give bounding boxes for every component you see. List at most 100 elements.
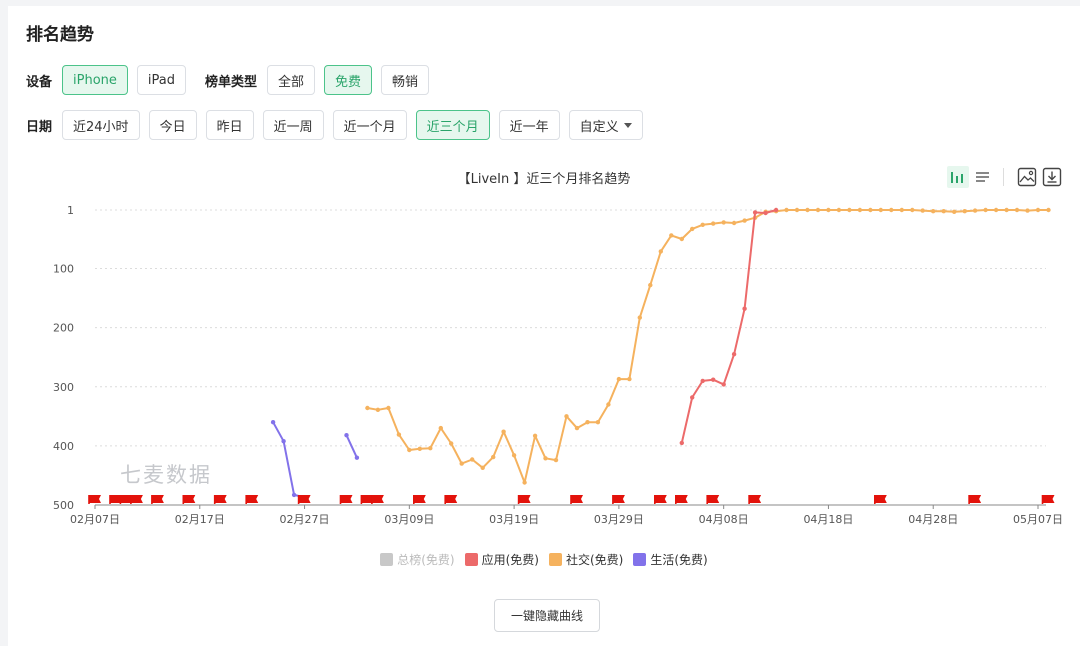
data-point <box>794 207 800 213</box>
legend-item-life-free[interactable]: 生活(免费) <box>633 551 708 568</box>
y-tick-label: 300 <box>53 381 74 394</box>
event-flag-icon <box>151 495 164 504</box>
event-flag-icon <box>88 495 101 504</box>
data-point <box>574 425 580 431</box>
data-point <box>1046 207 1051 213</box>
event-flag-icon <box>706 495 720 504</box>
data-point <box>752 210 758 215</box>
x-tick-label: 04月08日 <box>699 513 749 526</box>
data-point <box>700 222 705 227</box>
data-point <box>648 282 653 288</box>
event-flag-icon <box>517 495 531 504</box>
data-point <box>365 405 370 411</box>
data-point <box>585 420 590 425</box>
data-point <box>763 210 768 216</box>
rank-trend-card: 排名趋势 设备 iPhone iPad 榜单类型 全部 免费 畅销 日期 近24… <box>8 6 1080 646</box>
event-flag-icon <box>245 495 259 504</box>
data-point <box>470 457 475 462</box>
legend-item-social-free[interactable]: 社交(免费) <box>549 551 623 568</box>
data-point <box>847 207 852 213</box>
data-point <box>459 461 464 466</box>
data-point <box>522 480 527 485</box>
data-point <box>344 433 349 438</box>
y-tick-label: 200 <box>53 322 74 335</box>
data-point <box>543 456 548 461</box>
data-point <box>637 315 642 320</box>
y-tick-label: 1 <box>67 204 74 217</box>
data-point <box>711 377 716 382</box>
hide-all-curves-button[interactable]: 一键隐藏曲线 <box>494 599 600 632</box>
data-point <box>449 441 454 446</box>
event-flag-icon <box>873 495 887 504</box>
data-point <box>920 208 925 213</box>
data-point <box>690 226 695 232</box>
x-tick-label: 02月07日 <box>70 513 120 526</box>
data-point <box>270 420 276 425</box>
legend-swatch-social <box>549 553 562 566</box>
data-point <box>742 306 747 311</box>
data-point <box>721 382 726 387</box>
data-point <box>700 378 705 384</box>
data-point <box>1014 207 1020 213</box>
data-point <box>836 207 842 213</box>
data-point <box>396 432 402 437</box>
data-point <box>627 376 632 382</box>
legend-item-total-free[interactable]: 总榜(免费) <box>380 551 455 568</box>
legend-item-app-free[interactable]: 应用(免费) <box>464 551 539 568</box>
event-flag-icon <box>339 495 353 504</box>
data-point <box>784 207 789 213</box>
data-point <box>731 352 737 357</box>
data-point <box>857 207 863 213</box>
data-point <box>711 221 716 226</box>
legend-label-app: 应用(免费) <box>481 553 539 567</box>
data-point <box>291 492 297 498</box>
data-point <box>889 207 894 213</box>
event-flag-icon <box>612 495 625 504</box>
x-tick-label: 02月27日 <box>280 513 330 526</box>
data-point <box>616 376 622 382</box>
y-tick-label: 400 <box>53 440 74 453</box>
data-point <box>375 407 381 412</box>
data-point <box>501 429 506 434</box>
event-flag-icon <box>570 495 583 504</box>
data-point <box>962 209 967 214</box>
data-point <box>983 207 988 213</box>
legend-swatch-app <box>464 553 478 566</box>
data-point <box>731 220 737 226</box>
event-flag-icon <box>130 495 143 504</box>
data-point <box>952 209 957 214</box>
x-tick-label: 04月18日 <box>803 513 853 526</box>
data-point <box>899 207 904 213</box>
watermark: 七麦数据 <box>120 463 212 487</box>
event-flag-icon <box>444 495 458 504</box>
event-flag-icon <box>968 495 982 504</box>
data-point <box>690 395 695 400</box>
data-point <box>606 402 611 407</box>
event-flag-icon <box>674 495 688 504</box>
event-flag-icon <box>1041 495 1055 504</box>
chart-legend: 总榜(免费) 应用(免费) 社交(免费) 生活(免费) <box>8 551 1080 568</box>
data-point <box>721 220 726 225</box>
data-point <box>826 207 831 213</box>
y-tick-label: 100 <box>53 263 74 276</box>
data-point <box>679 440 684 446</box>
data-point <box>386 405 391 411</box>
event-flag-icon <box>653 495 667 504</box>
legend-swatch-total <box>380 553 394 566</box>
event-flag-icon <box>182 495 196 504</box>
data-point <box>910 207 915 213</box>
data-point <box>805 207 810 213</box>
data-point <box>1025 208 1030 213</box>
legend-label-life: 生活(免费) <box>650 553 708 567</box>
data-point <box>815 207 821 213</box>
data-point <box>491 454 496 460</box>
data-point <box>868 207 873 213</box>
data-point <box>480 465 485 470</box>
y-tick-label: 500 <box>53 499 74 512</box>
data-point <box>1035 207 1041 213</box>
data-point <box>931 209 936 214</box>
data-point <box>679 236 684 242</box>
data-point <box>1004 207 1009 213</box>
x-tick-label: 03月19日 <box>489 513 539 526</box>
x-tick-label: 02月17日 <box>175 513 225 526</box>
